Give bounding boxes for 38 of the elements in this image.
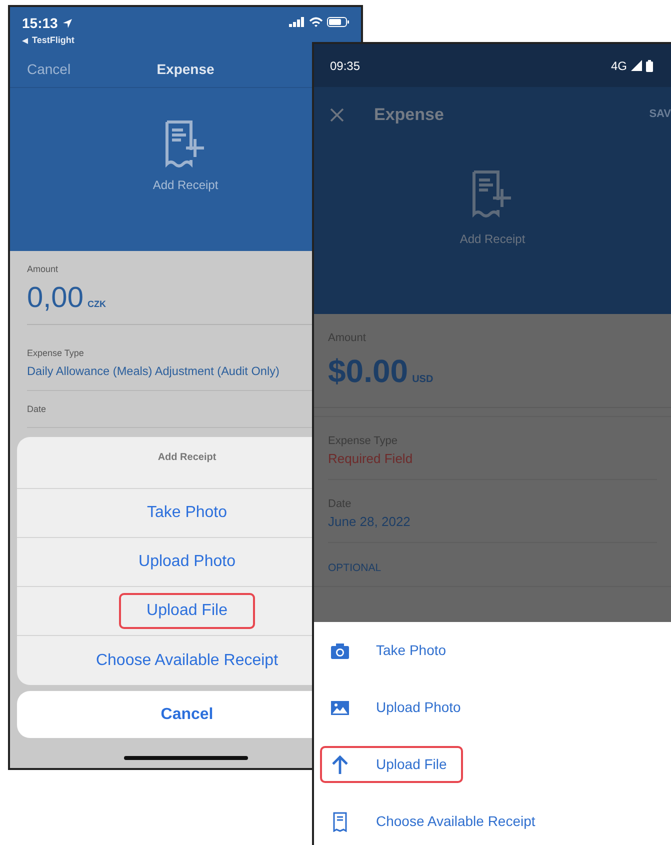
section-header: OPTIONAL — [314, 542, 671, 588]
signal-icon — [289, 17, 305, 27]
battery-icon — [646, 60, 653, 72]
save-button[interactable]: SAV — [649, 106, 671, 123]
wifi-icon — [309, 17, 323, 27]
sheet-option[interactable]: Choose Available Receipt — [68, 642, 306, 678]
field-label: Expense Type — [27, 347, 84, 360]
amount-value: 0,00 — [27, 280, 84, 316]
back-app-link[interactable]: TestFlight — [32, 34, 74, 48]
sheet-option[interactable]: Take Photo — [320, 632, 462, 669]
sheet-option[interactable]: Upload File — [320, 746, 463, 783]
add-receipt-icon — [472, 170, 514, 220]
up-arrow-icon — [330, 754, 350, 774]
screen-title: Expense — [156, 60, 214, 79]
screen-title: Expense — [374, 104, 444, 126]
sheet-option[interactable]: Choose Available Receipt — [320, 803, 552, 840]
location-arrow-icon — [62, 18, 73, 29]
currency-code: USD — [412, 372, 434, 386]
add-receipt-label[interactable]: Add Receipt — [152, 176, 218, 194]
field-value[interactable]: Daily Allowance (Meals) Adjustment (Audit Only) — [27, 362, 280, 380]
sheet-option[interactable]: Take Photo — [118, 495, 256, 531]
signal-icon — [631, 60, 642, 71]
battery-icon — [327, 17, 349, 27]
sheet-option[interactable]: Upload Photo — [110, 544, 264, 580]
status-time: 09:35 — [330, 58, 360, 74]
network-type: 4G — [610, 58, 627, 74]
add-receipt-label[interactable]: Add Receipt — [460, 230, 526, 248]
amount-value: $0.00 — [328, 352, 408, 390]
field-label: Date — [27, 403, 46, 416]
cancel-link[interactable]: Cancel — [27, 59, 71, 80]
sheet-option[interactable]: Upload File — [118, 593, 256, 629]
amount-label: Amount — [27, 263, 60, 276]
add-receipt-icon — [164, 120, 206, 170]
camera-icon — [330, 640, 350, 660]
status-time: 15:13 — [22, 14, 58, 33]
currency-code: CZK — [87, 298, 106, 310]
close-icon — [330, 108, 344, 122]
back-triangle-icon — [22, 38, 28, 44]
